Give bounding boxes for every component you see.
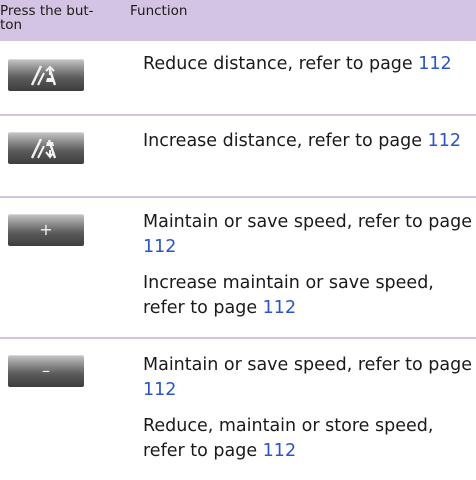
header-press-button: Press the but- ton <box>0 4 122 32</box>
table-header: Press the but- ton Function <box>0 0 476 41</box>
table-row: Increase distance, refer to page 112 <box>0 116 476 198</box>
minus-button[interactable]: – <box>8 355 84 387</box>
increase-distance-icon <box>30 138 57 159</box>
table-row: + Maintain or save speed, refer to page … <box>0 198 476 339</box>
function-text: Maintain or save speed, refer to page 11… <box>143 210 473 260</box>
minus-icon: – <box>42 361 50 380</box>
page-link[interactable]: 112 <box>143 237 176 257</box>
plus-icon: + <box>39 220 53 239</box>
page-link[interactable]: 112 <box>143 380 176 400</box>
reduce-distance-button[interactable] <box>8 59 84 91</box>
page-link[interactable]: 112 <box>263 298 296 318</box>
table-row: Reduce distance, refer to page 112 <box>0 41 476 116</box>
function-description: Maintain or save speed, refer to page <box>143 212 472 232</box>
function-description: Increase distance, refer to page <box>143 131 428 151</box>
header-function: Function <box>130 3 188 19</box>
increase-distance-button[interactable] <box>8 132 84 164</box>
header-press-button-line2: ton <box>0 17 23 33</box>
page-link[interactable]: 112 <box>418 54 451 74</box>
function-text: Increase maintain or save speed, refer t… <box>143 271 473 321</box>
function-text: Reduce, maintain or store speed, refer t… <box>143 414 473 464</box>
reduce-distance-icon <box>30 65 57 86</box>
plus-button[interactable]: + <box>8 214 84 246</box>
page-link[interactable]: 112 <box>428 131 461 151</box>
header-press-button-line1: Press the but- <box>0 3 94 19</box>
function-text: Increase distance, refer to page 112 <box>143 129 473 154</box>
function-description: Maintain or save speed, refer to page <box>143 355 472 375</box>
function-table: Press the but- ton Function Reduce dista… <box>0 0 476 480</box>
table-row: – Maintain or save speed, refer to page … <box>0 339 476 480</box>
function-text: Maintain or save speed, refer to page 11… <box>143 353 473 403</box>
function-text: Reduce distance, refer to page 112 <box>143 52 473 77</box>
page-link[interactable]: 112 <box>263 441 296 461</box>
function-description: Reduce distance, refer to page <box>143 54 419 74</box>
